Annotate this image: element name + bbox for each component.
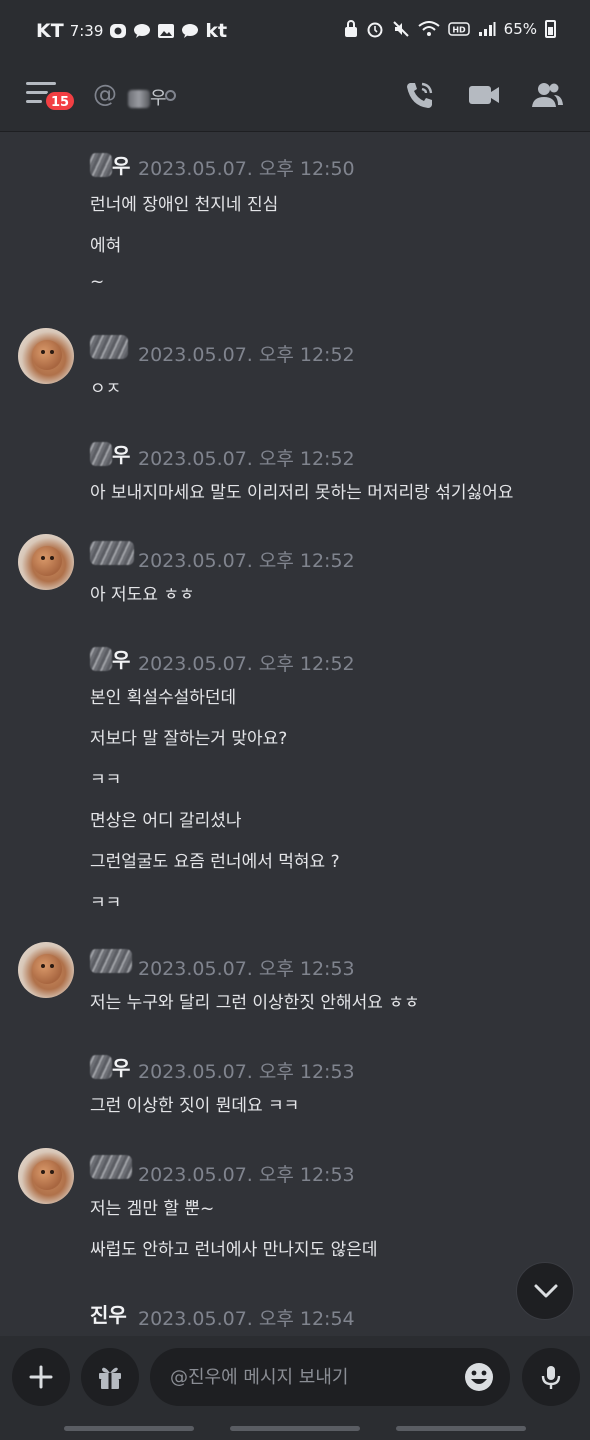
message-text: 저는 겜만 할 뿐~ [90, 1199, 215, 1219]
avatar[interactable] [18, 942, 74, 998]
jump-to-latest-button[interactable] [516, 1262, 574, 1320]
phone-call-icon [407, 82, 433, 108]
message-timestamp: 2023.05.07. 오후 12:52 [138, 344, 355, 366]
redacted-name [90, 1054, 112, 1079]
avatar[interactable] [18, 1148, 74, 1204]
message-timestamp: 2023.05.07. 오후 12:53 [138, 1164, 355, 1186]
plus-icon [29, 1365, 53, 1389]
mute-icon [392, 21, 409, 37]
message-list[interactable]: 우 2023.05.07. 오후 12:50 런너에 장애인 천지네 진심 에혀… [0, 132, 590, 1336]
microphone-icon [541, 1366, 561, 1389]
message-text: ~ [90, 272, 105, 292]
emoji-icon[interactable] [464, 1362, 494, 1392]
unread-badge: 15 [44, 90, 77, 112]
message-text: 면상은 어디 갈리셨나 [90, 811, 242, 831]
message-text: 에혀 [90, 236, 122, 256]
talk-notification-icon-2 [182, 24, 199, 38]
talk-notification-icon [134, 24, 151, 38]
message-text: 아 보내지마세요 말도 이리저리 못하는 머저리랑 섞기싫어요 [90, 483, 514, 503]
carrier-label: KT [36, 20, 64, 42]
message-text: 저보다 말 잘하는거 맞아요? [90, 729, 288, 749]
voice-message-button[interactable] [522, 1348, 580, 1406]
message-text: 그런 이상한 짓이 뭔데요 ㅋㅋ [90, 1096, 300, 1116]
message-author[interactable]: 우 [90, 150, 130, 179]
message-timestamp: 2023.05.07. 오후 12:53 [138, 1061, 355, 1083]
signal-icon [478, 22, 496, 36]
message-timestamp: 2023.05.07. 오후 12:53 [138, 958, 355, 980]
message-input[interactable] [150, 1348, 510, 1406]
redacted-name [90, 646, 112, 671]
chevron-down-icon [534, 1284, 558, 1298]
redacted-name [90, 949, 132, 973]
message-text: ㅋㅋ [90, 893, 122, 913]
message-timestamp: 2023.05.07. 오후 12:52 [138, 448, 355, 470]
redacted-name [90, 152, 112, 177]
svg-text:HD: HD [452, 26, 466, 35]
redacted-name [128, 90, 150, 108]
battery-icon [545, 20, 556, 38]
message-text: 런너에 장애인 천지네 진심 [90, 195, 279, 215]
carrier-notification-label: kt [205, 20, 228, 42]
video-camera-icon [469, 86, 499, 104]
dm-recipient-name[interactable]: 우 [128, 84, 167, 110]
gift-icon [99, 1367, 121, 1389]
battery-percent: 65% [503, 20, 537, 38]
system-nav-recents[interactable] [64, 1426, 194, 1431]
message-author[interactable]: 진우 [90, 1299, 127, 1328]
app-notification-icon [110, 24, 127, 38]
gallery-notification-icon [158, 24, 175, 38]
message-author[interactable] [90, 541, 134, 565]
system-nav-back[interactable] [396, 1426, 526, 1431]
message-author[interactable]: 우 [90, 439, 130, 468]
clock: 7:39 [69, 22, 104, 40]
redacted-name [90, 441, 112, 466]
message-author[interactable] [90, 949, 132, 973]
message-text: 그런얼굴도 요즘 런너에서 먹혀요 ? [90, 852, 340, 872]
attach-button[interactable] [12, 1348, 70, 1406]
lock-notification-icon [344, 20, 357, 37]
at-icon: @ [93, 80, 117, 108]
message-author[interactable] [90, 1155, 132, 1179]
message-timestamp: 2023.05.07. 오후 12:52 [138, 550, 355, 572]
redacted-name [90, 1155, 132, 1179]
message-author[interactable]: 우 [90, 1052, 130, 1081]
message-text: 아 저도요 ㅎㅎ [90, 585, 195, 605]
message-author[interactable]: 우 [90, 644, 130, 673]
wifi-icon [418, 21, 440, 36]
message-text: 본인 획설수설하던데 [90, 688, 237, 708]
redacted-name [90, 335, 128, 359]
message-text: 저는 누구와 달리 그런 이상한짓 안해서요 ㅎㅎ [90, 993, 420, 1013]
offline-status-icon [165, 90, 176, 101]
status-bar: KT 7:39 kt HD 65% [0, 0, 590, 62]
user-profile-button[interactable] [530, 78, 564, 112]
hd-voice-icon: HD [447, 22, 470, 36]
avatar[interactable] [18, 328, 74, 384]
dm-name-suffix: 우 [150, 88, 167, 109]
message-timestamp: 2023.05.07. 오후 12:50 [138, 158, 355, 180]
message-text: ㅇㅈ [90, 379, 122, 399]
message-timestamp: 2023.05.07. 오후 12:52 [138, 653, 355, 675]
message-timestamp: 2023.05.07. 오후 12:54 [138, 1308, 355, 1330]
video-call-button[interactable] [467, 78, 501, 112]
message-composer [0, 1336, 590, 1440]
message-text: 싸럽도 안하고 런너에사 만나지도 않은데 [90, 1240, 378, 1260]
voice-call-button[interactable] [403, 78, 437, 112]
message-text: ㅋㅋ [90, 770, 122, 790]
alarm-icon [367, 22, 383, 38]
gift-button[interactable] [81, 1348, 139, 1406]
channel-header: 15 @ 우 [0, 62, 590, 132]
message-author[interactable] [90, 335, 128, 359]
system-nav-home[interactable] [230, 1426, 360, 1431]
members-icon [532, 83, 563, 107]
avatar[interactable] [18, 534, 74, 590]
redacted-name [90, 541, 134, 565]
